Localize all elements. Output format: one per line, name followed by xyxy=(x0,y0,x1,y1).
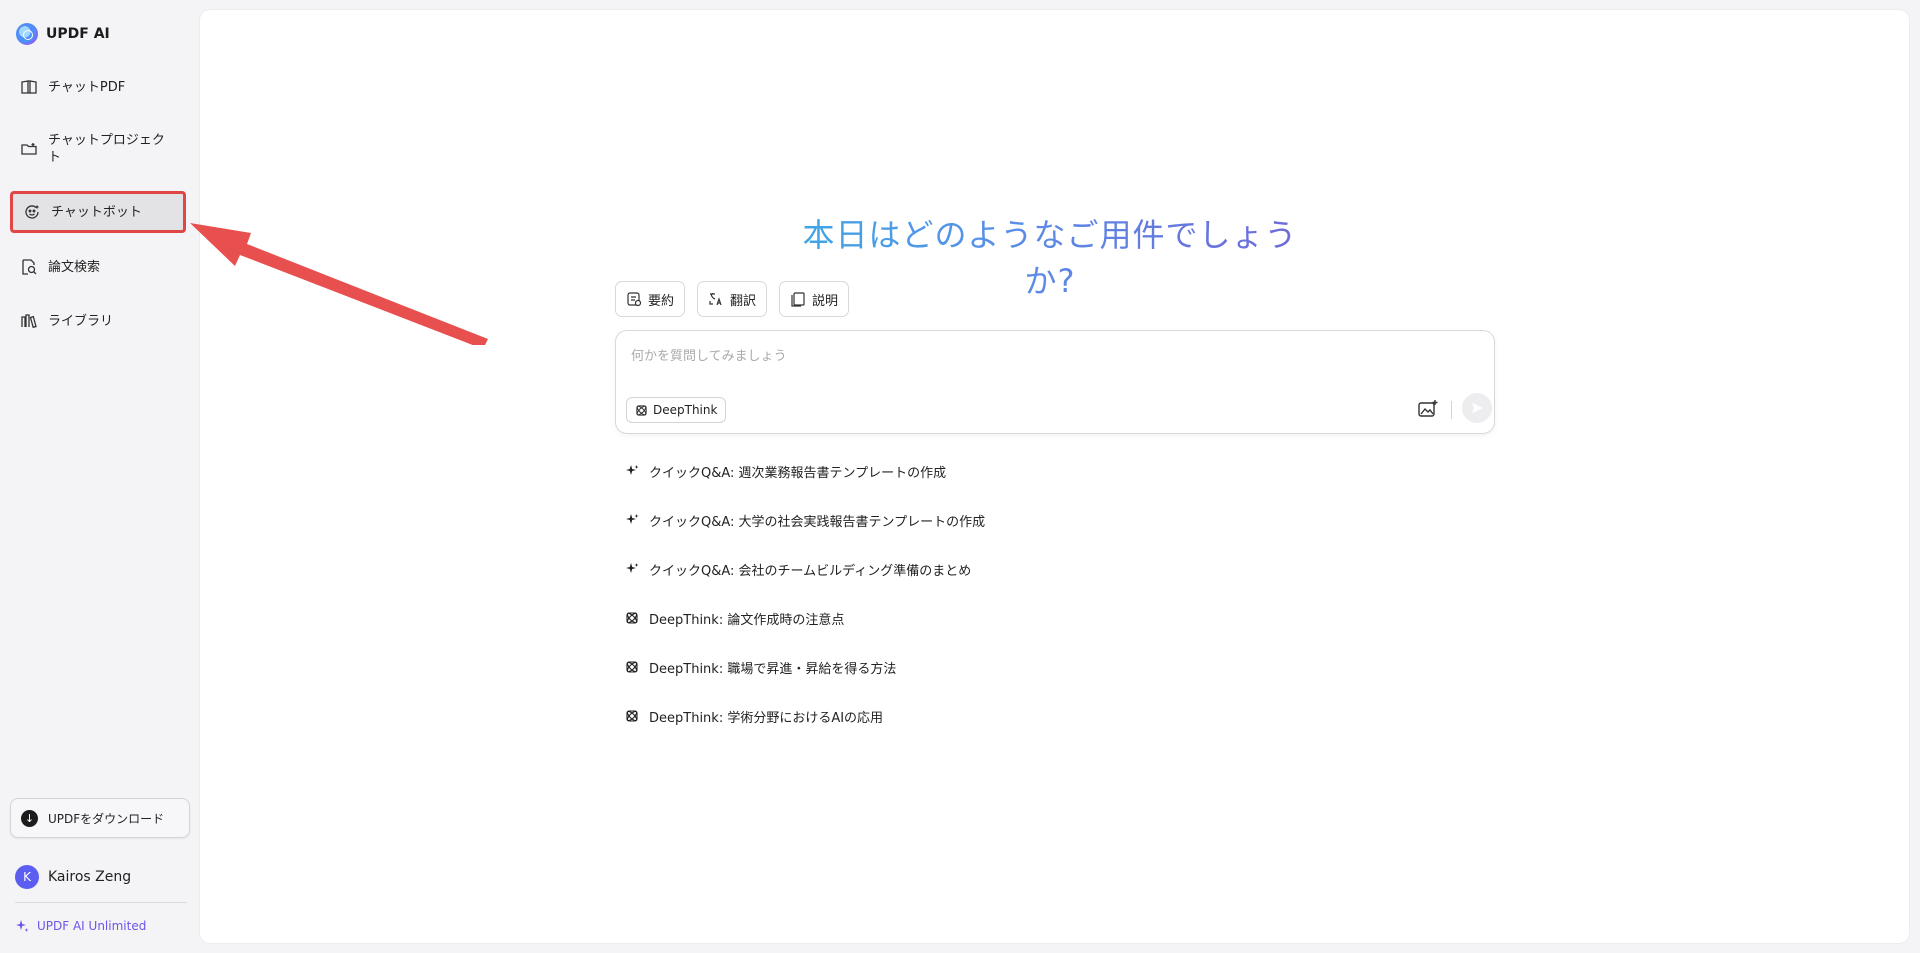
tool-label: 翻訳 xyxy=(730,293,757,309)
updf-logo-icon xyxy=(16,23,38,45)
sparkle-icon xyxy=(626,465,639,475)
deepthink-label: DeepThink xyxy=(653,403,718,417)
suggestion-item[interactable]: クイックQ&A: 会社のチームビルディング準備のまとめ xyxy=(625,560,1325,609)
chatbot-icon xyxy=(25,205,39,219)
send-icon xyxy=(1472,403,1483,413)
send-button[interactable] xyxy=(1462,393,1492,423)
suggestion-item[interactable]: DeepThink: 論文作成時の注意点 xyxy=(625,609,1325,658)
sidebar-divider xyxy=(15,902,187,903)
suggestion-list: クイックQ&A: 週次業務報告書テンプレートの作成 クイックQ&A: 大学の社会… xyxy=(625,462,1325,756)
avatar: K xyxy=(15,865,39,889)
sparkle-icon xyxy=(626,563,639,573)
suggestion-text: DeepThink: 論文作成時の注意点 xyxy=(649,613,845,628)
plan-label: UPDF AI Unlimited xyxy=(37,919,147,933)
quick-tools: 要約 翻訳 説明 xyxy=(615,281,850,317)
atom-icon xyxy=(636,404,647,416)
sparkle-icon xyxy=(626,514,639,524)
download-updf-button[interactable]: ↓ UPDFをダウンロード xyxy=(10,798,190,838)
download-icon: ↓ xyxy=(21,809,38,827)
suggestion-item[interactable]: クイックQ&A: 大学の社会実践報告書テンプレートの作成 xyxy=(625,511,1325,560)
atom-icon xyxy=(626,612,638,624)
explain-icon xyxy=(791,292,805,307)
summary-icon xyxy=(627,292,642,307)
summary-button[interactable]: 要約 xyxy=(615,281,686,317)
atom-icon xyxy=(626,710,638,722)
sidebar-item-label: 論文検索 xyxy=(48,259,101,275)
suggestion-text: DeepThink: 職場で昇進・昇給を得る方法 xyxy=(649,662,897,677)
question-input[interactable] xyxy=(631,345,1471,375)
translate-button[interactable]: 翻訳 xyxy=(697,281,768,317)
translate-icon xyxy=(709,293,722,306)
sidebar-item-label: チャットPDF xyxy=(48,79,126,95)
brand[interactable]: UPDF AI xyxy=(16,22,110,46)
suggestion-text: クイックQ&A: 会社のチームビルディング準備のまとめ xyxy=(649,564,972,579)
sidebar: UPDF AI チャットPDF チャットプロジェクト チャットボット 論文検索 … xyxy=(0,0,200,953)
plan-link[interactable]: UPDF AI Unlimited xyxy=(15,917,146,935)
brand-name: UPDF AI xyxy=(46,26,110,42)
download-label: UPDFをダウンロード xyxy=(48,811,165,826)
explain-button[interactable]: 説明 xyxy=(779,281,850,317)
sidebar-item-chat-project[interactable]: チャットプロジェクト xyxy=(10,130,186,168)
sidebar-item-chatbot[interactable]: チャットボット xyxy=(10,191,186,233)
user-profile[interactable]: K Kairos Zeng xyxy=(15,864,131,890)
book-icon xyxy=(21,80,37,94)
chat-composer: DeepThink xyxy=(615,330,1495,434)
suggestion-item[interactable]: DeepThink: 職場で昇進・昇給を得る方法 xyxy=(625,658,1325,707)
library-icon xyxy=(21,314,37,329)
sparkle-icon xyxy=(16,920,29,932)
doc-search-icon xyxy=(22,259,37,275)
main-panel: 本日はどのようなご用件でしょうか? 要約 翻訳 説明 何かを質問してみましょう … xyxy=(200,10,1909,943)
suggestion-text: DeepThink: 学術分野におけるAIの応用 xyxy=(649,711,884,726)
composer-divider xyxy=(1451,401,1452,419)
deepthink-toggle[interactable]: DeepThink xyxy=(626,397,727,423)
sidebar-item-label: チャットボット xyxy=(51,204,142,220)
sidebar-item-label: チャットプロジェクト xyxy=(48,133,165,165)
image-upload-icon[interactable] xyxy=(1416,397,1440,421)
suggestion-item[interactable]: クイックQ&A: 週次業務報告書テンプレートの作成 xyxy=(625,462,1325,511)
sidebar-item-library[interactable]: ライブラリ xyxy=(10,310,186,332)
tool-label: 要約 xyxy=(648,293,675,309)
user-name: Kairos Zeng xyxy=(48,869,132,885)
page-title: 本日はどのようなご用件でしょうか? xyxy=(800,210,1300,302)
annotation-arrow xyxy=(190,223,488,345)
sidebar-item-paper-search[interactable]: 論文検索 xyxy=(10,256,186,278)
sidebar-item-chat-pdf[interactable]: チャットPDF xyxy=(10,76,186,98)
sidebar-item-label: ライブラリ xyxy=(48,313,114,329)
atom-icon xyxy=(626,661,638,673)
suggestion-item[interactable]: DeepThink: 学術分野におけるAIの応用 xyxy=(625,707,1325,756)
tool-label: 説明 xyxy=(812,293,839,309)
suggestion-text: クイックQ&A: 週次業務報告書テンプレートの作成 xyxy=(649,466,947,481)
suggestion-text: クイックQ&A: 大学の社会実践報告書テンプレートの作成 xyxy=(649,515,986,530)
folder-icon xyxy=(21,143,37,155)
